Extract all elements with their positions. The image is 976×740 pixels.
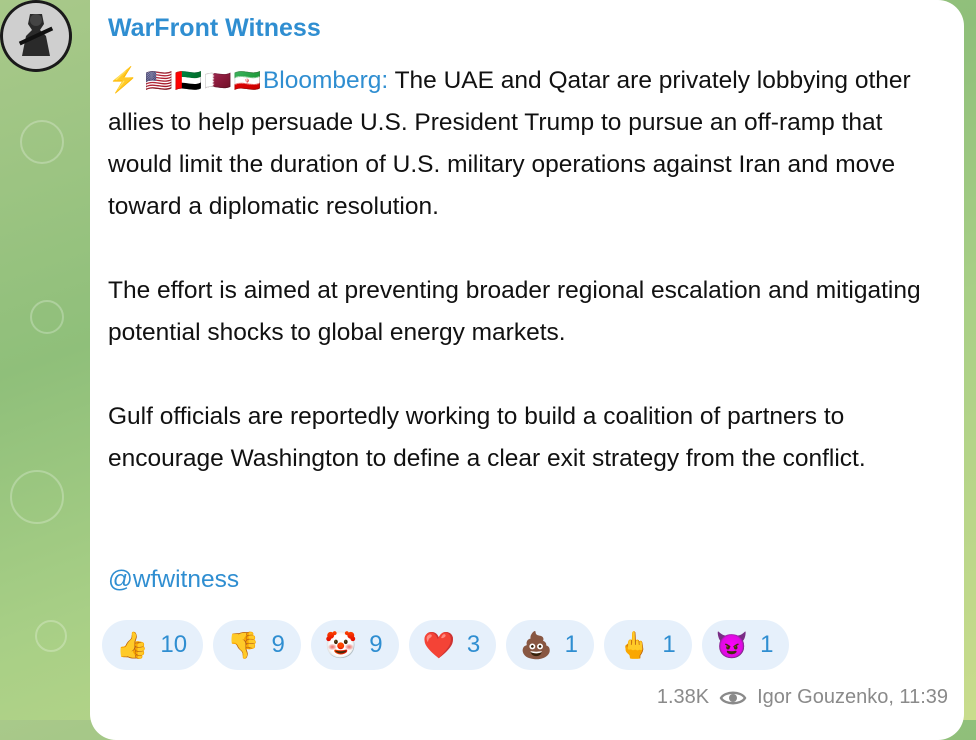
channel-name[interactable]: WarFront Witness — [108, 14, 321, 43]
source-label: Bloomberg: — [262, 67, 389, 94]
message-text: ⚡ 🇺🇸🇦🇪🇶🇦🇮🇷Bloomberg: The UAE and Qatar a… — [108, 60, 948, 480]
thumbs-down-icon: 👎 — [227, 630, 260, 660]
channel-handle-link[interactable]: @wfwitness — [108, 566, 239, 594]
reaction-count: 9 — [369, 631, 383, 658]
reaction-count: 1 — [760, 631, 774, 658]
reaction-thumbs-down[interactable]: 👎 9 — [213, 620, 301, 670]
reaction-middle-finger[interactable]: 🖕 1 — [604, 620, 692, 670]
reaction-clown[interactable]: 🤡 9 — [310, 620, 399, 670]
reaction-count: 1 — [564, 631, 579, 658]
thumbs-up-icon: 👍 — [116, 630, 149, 660]
reaction-count: 3 — [466, 631, 481, 658]
devil-icon: 😈 — [715, 630, 749, 660]
reaction-poop[interactable]: 💩 1 — [506, 620, 595, 670]
reaction-heart[interactable]: ❤️ 3 — [408, 620, 497, 670]
eye-icon — [719, 691, 747, 704]
reactions-bar: 👍 10 👎 9 🤡 9 ❤️ 3 💩 1 🖕 1 😈 1 — [102, 620, 790, 670]
background-doodle — [10, 470, 64, 524]
soldier-avatar-icon — [0, 0, 72, 72]
message-footer: 1.38K Igor Gouzenko, 11:39 — [657, 686, 948, 709]
paragraph-3: Gulf officials are reportedly working to… — [108, 403, 866, 472]
reaction-count: 9 — [271, 631, 285, 658]
middle-finger-icon: 🖕 — [618, 630, 651, 660]
lightning-icon: ⚡ — [108, 67, 139, 94]
background-doodle — [20, 120, 64, 164]
author-and-time: Igor Gouzenko, 11:39 — [757, 686, 948, 708]
channel-avatar[interactable] — [0, 0, 72, 72]
poop-icon: 💩 — [520, 630, 553, 660]
view-count: 1.38K — [656, 686, 710, 708]
background-doodle — [35, 620, 67, 652]
heart-icon: ❤️ — [422, 630, 455, 660]
reaction-thumbs-up[interactable]: 👍 10 — [102, 620, 204, 670]
background-doodle — [30, 300, 64, 334]
reaction-devil[interactable]: 😈 1 — [701, 620, 790, 670]
reaction-count: 1 — [662, 631, 676, 658]
paragraph-1: ⚡ 🇺🇸🇦🇪🇶🇦🇮🇷Bloomberg: The UAE and Qatar a… — [108, 60, 948, 228]
paragraph-2: The effort is aimed at preventing broade… — [108, 277, 921, 346]
clown-icon: 🤡 — [324, 630, 358, 660]
flag-emojis: 🇺🇸🇦🇪🇶🇦🇮🇷 — [145, 68, 263, 93]
reaction-count: 10 — [160, 631, 188, 658]
